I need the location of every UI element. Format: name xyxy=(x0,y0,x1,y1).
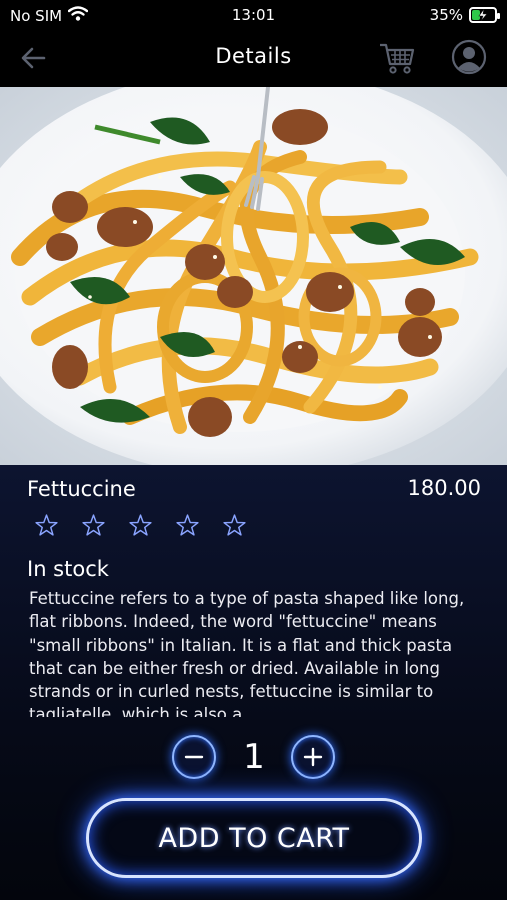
star-icon[interactable] xyxy=(222,513,247,538)
star-icon[interactable] xyxy=(175,513,200,538)
stock-status: In stock xyxy=(27,557,109,581)
profile-icon[interactable] xyxy=(451,39,487,75)
battery-charging-icon xyxy=(469,7,500,23)
status-right: 35% xyxy=(429,6,500,24)
page-title: Details xyxy=(215,44,292,68)
star-icon[interactable] xyxy=(81,513,106,538)
star-icon[interactable] xyxy=(128,513,153,538)
product-price: 180.00 xyxy=(407,476,481,500)
product-name: Fettuccine xyxy=(27,477,136,501)
add-to-cart-label: ADD TO CART xyxy=(158,822,350,854)
battery-percent: 35% xyxy=(429,6,463,24)
minus-icon[interactable] xyxy=(172,735,216,779)
quantity-stepper: 1 xyxy=(0,733,507,783)
quantity-value: 1 xyxy=(243,737,265,777)
add-to-cart-button[interactable]: ADD TO CART xyxy=(86,798,422,878)
star-icon[interactable] xyxy=(34,513,59,538)
rating-stars[interactable] xyxy=(34,513,247,538)
product-description: Fettuccine refers to a type of pasta sha… xyxy=(29,589,465,717)
description-scroll[interactable]: Fettuccine refers to a type of pasta sha… xyxy=(29,587,481,717)
status-bar: No SIM 13:01 35% xyxy=(0,0,507,30)
product-image xyxy=(0,87,507,465)
cart-icon[interactable] xyxy=(378,40,416,76)
plus-icon[interactable] xyxy=(291,735,335,779)
nav-bar: Details xyxy=(0,30,507,87)
details-panel: Fettuccine 180.00 In stock Fettuccine re… xyxy=(0,465,507,900)
